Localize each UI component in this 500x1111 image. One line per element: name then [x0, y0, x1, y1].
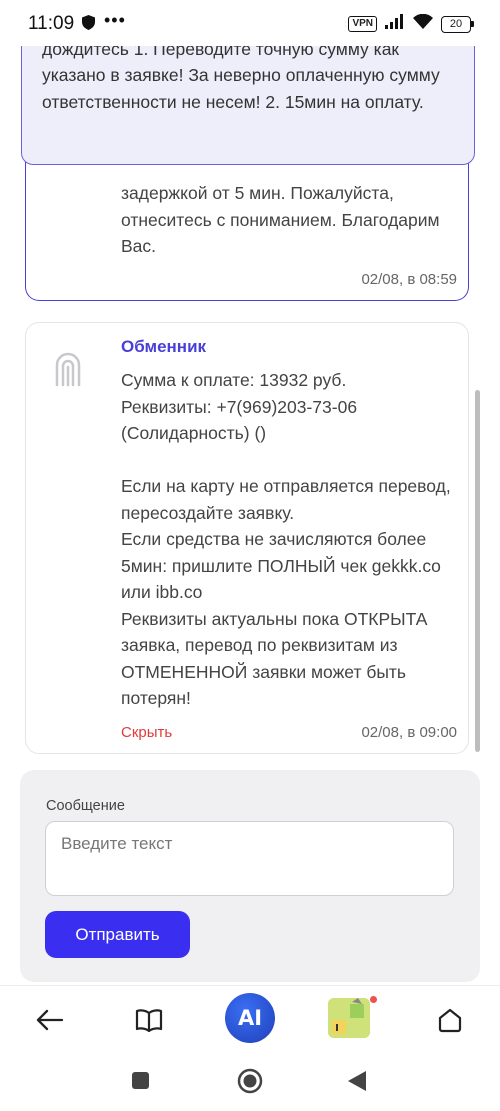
message-sender: Обменник: [121, 337, 207, 356]
message-timestamp: 02/08, в 08:59: [361, 271, 457, 288]
status-bar: 11:09 ••• VPN 20: [0, 0, 500, 46]
system-navigation-bar: [0, 1051, 500, 1111]
chat-content: задержкой от 5 мин. Пожалуйста, отнесите…: [0, 0, 500, 985]
message-card: Обменник Сумма к оплате: 13932 руб. Рекв…: [25, 322, 469, 754]
vpn-icon: VPN: [348, 16, 377, 32]
battery-icon: 20: [441, 15, 474, 33]
notification-dot: [370, 996, 377, 1003]
message-timestamp: 02/08, в 09:00: [361, 724, 457, 741]
composer-label: Сообщение: [46, 798, 125, 814]
message-text: задержкой от 5 мин. Пожалуйста, отнесите…: [121, 183, 440, 256]
battery-level: 20: [441, 15, 471, 33]
message-composer: Сообщение Отправить: [20, 770, 480, 982]
exchanger-logo-icon: [54, 351, 82, 392]
home-circle-icon[interactable]: [236, 1067, 264, 1100]
browser-toolbar: AI: [0, 985, 500, 1052]
back-arrow-icon[interactable]: [30, 1000, 70, 1040]
status-time: 11:09: [28, 13, 75, 34]
hide-message-link[interactable]: Скрыть: [121, 724, 172, 741]
shield-icon: [82, 15, 95, 35]
message-input[interactable]: [45, 821, 454, 896]
signal-icon: [385, 14, 405, 34]
home-icon[interactable]: [430, 1000, 470, 1040]
back-triangle-icon[interactable]: [347, 1070, 367, 1097]
ai-label: AI: [237, 1006, 263, 1030]
message-text: Сумма к оплате: 13932 руб. Реквизиты: +7…: [121, 370, 451, 708]
send-button[interactable]: Отправить: [45, 911, 190, 958]
scrollbar[interactable]: [475, 390, 480, 752]
more-notifications-icon: •••: [104, 10, 126, 30]
book-icon[interactable]: [129, 1000, 169, 1040]
wifi-icon: [413, 13, 433, 34]
recents-square-icon[interactable]: [131, 1071, 150, 1095]
status-icons: VPN 20: [348, 13, 474, 34]
game-icon[interactable]: [328, 998, 370, 1038]
ai-assistant-icon[interactable]: AI: [225, 993, 275, 1043]
